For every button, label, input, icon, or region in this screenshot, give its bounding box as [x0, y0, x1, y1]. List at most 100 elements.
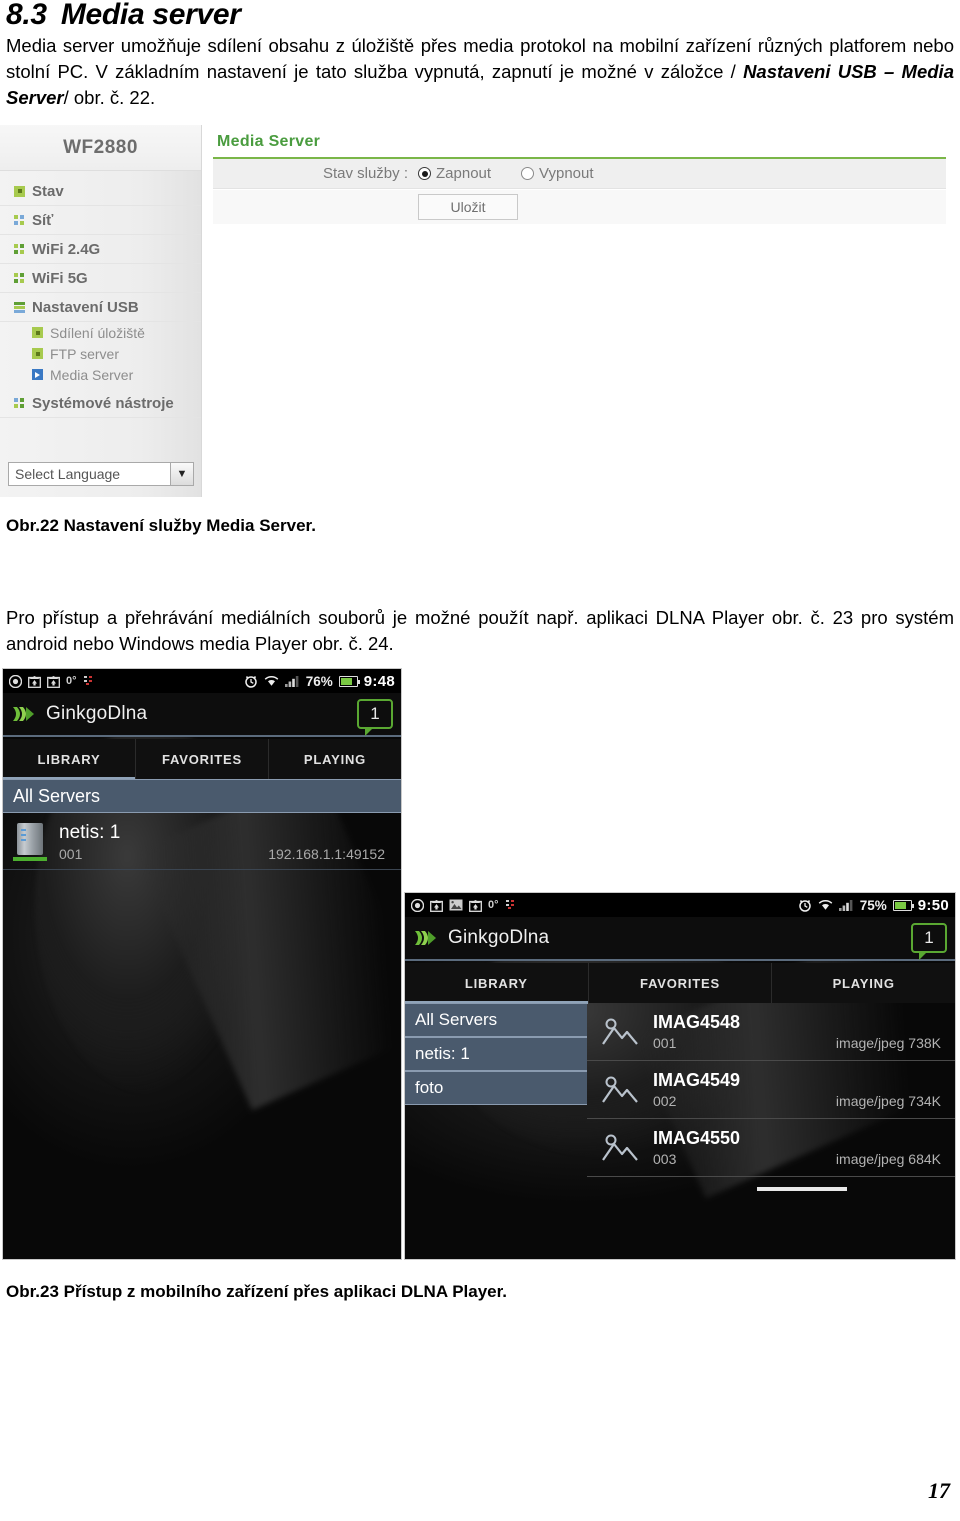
status-bar: 0° 76% 9:48: [3, 669, 401, 693]
breadcrumb-nav-list: All Servers netis: 1 foto: [405, 1003, 587, 1105]
file-meta: 003 image/jpeg 684K: [653, 1151, 941, 1167]
server-address: 192.168.1.1:49152: [268, 845, 385, 862]
sidebar-item-wifi-5g[interactable]: WiFi 5G: [0, 264, 201, 293]
figure-router-admin: WF2880 Stav Síť WiFi 2.4G WiFi 5G Nastav…: [0, 125, 952, 497]
alarm-icon: [798, 898, 812, 912]
panel-title: Media Server: [217, 133, 321, 150]
status-bar-left-icons: 0°: [411, 898, 517, 912]
home-arrow-icon: [469, 899, 482, 912]
intro-text-part2: / obr. č. 22.: [63, 87, 156, 108]
save-button[interactable]: Uložit: [418, 194, 518, 220]
record-icon: [9, 674, 22, 688]
sidebar-item-sdileni-ulozite[interactable]: Sdílení úložiště: [0, 322, 201, 343]
intro-paragraph: Media server umožňuje sdílení obsahu z ú…: [6, 33, 954, 111]
scrollbar[interactable]: [757, 1187, 847, 1191]
tab-playing[interactable]: PLAYING: [269, 739, 401, 779]
service-state-label: Stav služby :: [322, 165, 408, 182]
sidebar-item-label: Media Server: [50, 366, 134, 383]
sidebar-item-systemove-nastroje[interactable]: Systémové nástroje: [0, 389, 201, 418]
file-index: 001: [653, 1035, 677, 1051]
sidebar-item-label: Systémové nástroje: [32, 394, 174, 412]
file-name: IMAG4549: [653, 1070, 741, 1090]
figure-phone-screenshot-a: 0° 76% 9:48 GinkgoDlna 1 LIBRARY FAVORIT…: [2, 668, 402, 1260]
service-state-radio-group: Zapnout Vypnout: [418, 165, 594, 182]
battery-percent: 75%: [859, 897, 887, 913]
file-text: IMAG4550 003 image/jpeg 684K: [653, 1128, 955, 1167]
file-index: 003: [653, 1151, 677, 1167]
tab-library[interactable]: LIBRARY: [3, 739, 136, 780]
ginkgodlna-logo-icon: [11, 702, 37, 726]
file-meta: 001 image/jpeg 738K: [653, 1035, 941, 1051]
device-count-badge[interactable]: 1: [357, 699, 393, 736]
battery-icon: [892, 899, 914, 911]
tab-library[interactable]: LIBRARY: [405, 963, 589, 1004]
tab-favorites[interactable]: FAVORITES: [589, 963, 773, 1003]
chevron-down-icon[interactable]: ▼: [170, 463, 193, 485]
sidebar-item-label: FTP server: [50, 345, 119, 362]
language-select[interactable]: Select Language ▼: [8, 462, 194, 486]
signal-bars-icon: [284, 675, 300, 687]
wifi-icon: [818, 899, 833, 911]
radio-vypnout[interactable]: Vypnout: [521, 165, 594, 182]
list-item-file[interactable]: IMAG4549 002 image/jpeg 734K: [587, 1061, 955, 1119]
server-index: 001: [59, 845, 83, 862]
nav-item-all-servers[interactable]: All Servers: [405, 1003, 587, 1037]
sidebar-item-label: WiFi 2.4G: [32, 240, 101, 258]
radio-selected-icon: [418, 167, 431, 180]
signal-indicator-icon: [83, 675, 95, 687]
sidebar-item-wifi-24g[interactable]: WiFi 2.4G: [0, 235, 201, 264]
nav-item-foto[interactable]: foto: [405, 1071, 587, 1105]
middle-paragraph: Pro přístup a přehrávání mediálních soub…: [6, 607, 954, 654]
section-header-all-servers[interactable]: All Servers: [3, 779, 401, 813]
section-number: 8.3: [6, 0, 47, 31]
server-text: netis: 1 001 192.168.1.1:49152: [59, 822, 401, 862]
radio-unselected-icon: [521, 167, 535, 180]
sidebar-item-label: Stav: [32, 182, 64, 200]
radio-zapnout[interactable]: Zapnout: [418, 165, 491, 182]
battery-percent: 76%: [305, 673, 333, 689]
alarm-icon: [244, 674, 258, 688]
device-count-badge[interactable]: 1: [911, 923, 947, 960]
list-item-file[interactable]: IMAG4550 003 image/jpeg 684K: [587, 1119, 955, 1177]
status-bar-right-icons: 76% 9:48: [244, 673, 395, 690]
home-arrow-icon: [430, 899, 443, 912]
grid-icon: [14, 214, 25, 226]
sidebar-item-stav[interactable]: Stav: [0, 177, 201, 206]
save-row: Uložit: [213, 190, 946, 224]
clock-time: 9:48: [363, 672, 395, 690]
ginkgodlna-logo-icon: [413, 926, 439, 950]
battery-icon: [338, 675, 360, 687]
sidebar-item-media-server[interactable]: Media Server: [0, 364, 201, 385]
section-title: Media server: [60, 0, 241, 31]
image-file-icon: [601, 1133, 639, 1163]
list-item-server[interactable]: netis: 1 001 192.168.1.1:49152: [3, 814, 401, 870]
server-name: netis: 1: [59, 821, 121, 843]
status-dot-icon: [32, 348, 43, 359]
service-state-row: Stav služby : Zapnout Vypnout: [213, 159, 946, 189]
tab-playing[interactable]: PLAYING: [772, 963, 955, 1003]
router-nav: Stav Síť WiFi 2.4G WiFi 5G Nastavení USB…: [0, 171, 201, 418]
language-select-value: Select Language: [15, 466, 121, 482]
list-item-file[interactable]: IMAG4548 001 image/jpeg 738K: [587, 1003, 955, 1061]
file-text: IMAG4549 002 image/jpeg 734K: [653, 1070, 955, 1109]
tab-favorites[interactable]: FAVORITES: [136, 739, 269, 779]
app-title: GinkgoDlna: [46, 703, 148, 724]
home-arrow-icon: [28, 675, 41, 688]
nav-item-netis[interactable]: netis: 1: [405, 1037, 587, 1071]
temperature-indicator: 0°: [66, 675, 77, 687]
file-type-size: image/jpeg 684K: [835, 1151, 941, 1167]
sidebar-item-label: Nastavení USB: [32, 298, 139, 316]
page-title: 8.3 Media server: [6, 0, 241, 32]
file-list: IMAG4548 001 image/jpeg 738K IMAG4549 00…: [587, 1003, 955, 1191]
file-meta: 002 image/jpeg 734K: [653, 1093, 941, 1109]
radio-label: Vypnout: [539, 165, 594, 182]
image-file-icon: [601, 1017, 639, 1047]
router-content-panel: Media Server Stav služby : Zapnout Vypno…: [203, 125, 952, 497]
file-name: IMAG4548: [653, 1012, 741, 1032]
sidebar-item-sit[interactable]: Síť: [0, 206, 201, 235]
radio-label: Zapnout: [436, 165, 492, 182]
status-bar: 0° 75% 9:50: [405, 893, 955, 917]
sidebar-item-ftp-server[interactable]: FTP server: [0, 343, 201, 364]
figure-23-caption: Obr.23 Přístup z mobilního zařízení přes…: [6, 1282, 508, 1301]
sidebar-item-nastaveni-usb[interactable]: Nastavení USB: [0, 293, 201, 322]
